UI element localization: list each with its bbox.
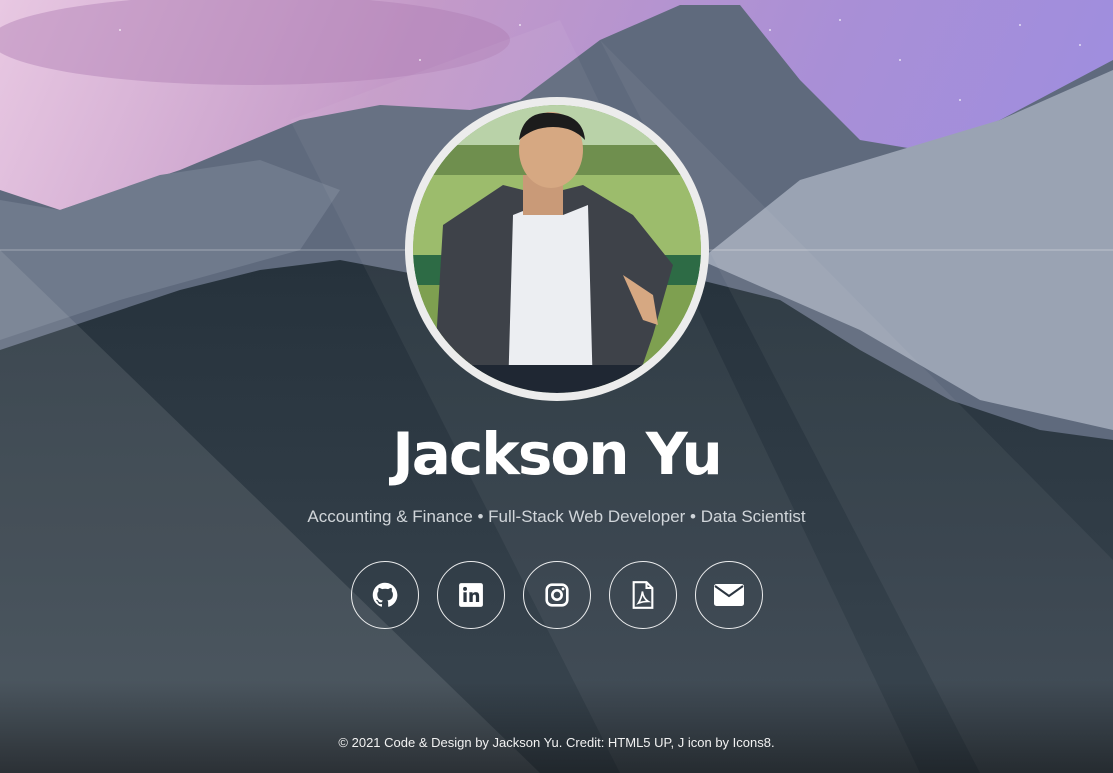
linkedin-icon [458, 583, 483, 607]
profile-tagline: Accounting & Finance • Full-Stack Web De… [307, 507, 806, 526]
email-icon [713, 584, 744, 606]
linkedin-link[interactable] [436, 561, 505, 629]
instagram-link[interactable] [522, 561, 591, 629]
pdf-resume-icon [632, 581, 653, 609]
profile-photo [413, 105, 701, 393]
instagram-icon [544, 583, 569, 607]
resume-pdf-link[interactable] [608, 561, 677, 629]
email-link[interactable] [694, 561, 763, 629]
social-links [0, 561, 1113, 629]
profile-name: Jackson Yu [392, 420, 723, 488]
profile-avatar [405, 97, 709, 401]
github-icon [372, 582, 397, 607]
footer-credits: © 2021 Code & Design by Jackson Yu. Cred… [338, 735, 775, 750]
page: Jackson Yu Accounting & Finance • Full-S… [0, 0, 1113, 773]
github-link[interactable] [350, 561, 419, 629]
